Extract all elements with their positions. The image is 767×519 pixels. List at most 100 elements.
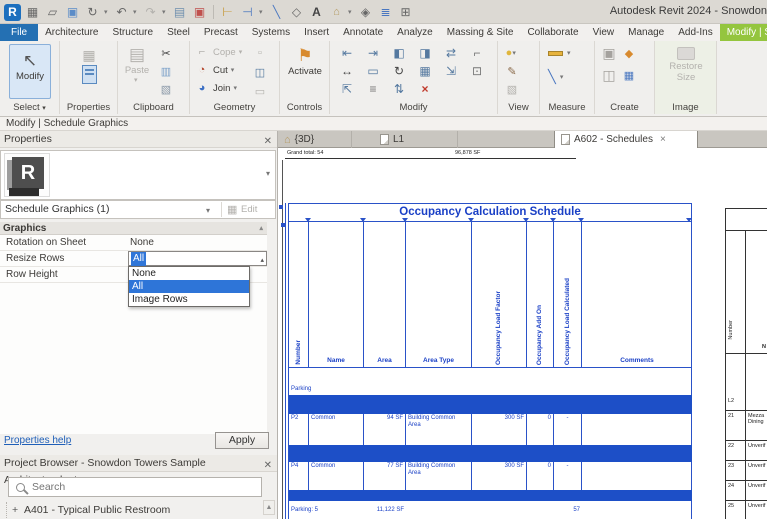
aligned-dimension-icon[interactable]: ⊣	[239, 4, 256, 21]
copy-icon[interactable]: ▥	[158, 63, 174, 79]
type-selector[interactable]: R ▾	[0, 150, 276, 200]
model-line-icon[interactable]: ╲	[268, 4, 285, 21]
dropdown-option-none[interactable]: None	[129, 267, 249, 280]
instance-selector-value[interactable]: Schedule Graphics (1)	[1, 203, 109, 215]
revit-logo-icon[interactable]: R	[4, 4, 21, 21]
measure-ruler-icon[interactable]	[548, 51, 563, 56]
thin-lines-icon[interactable]: ≣	[377, 4, 394, 21]
undo-icon[interactable]: ↶	[113, 4, 130, 21]
cut-icon[interactable]: ✂	[158, 45, 174, 61]
save-icon[interactable]: ▣	[64, 4, 81, 21]
copy-element-icon[interactable]: ▭	[367, 64, 378, 78]
modify-button[interactable]: ↖ Modify	[9, 44, 51, 99]
property-row-rotation[interactable]: Rotation on Sheet None	[0, 235, 267, 251]
type-selector-caret-icon[interactable]: ▾	[266, 169, 270, 178]
create-parts-icon[interactable]: ▣	[601, 45, 617, 61]
properties-help-link[interactable]: Properties help	[4, 435, 71, 446]
text-icon[interactable]: A	[308, 4, 325, 21]
project-browser-search[interactable]	[8, 477, 262, 497]
tag-icon[interactable]: ◇	[288, 4, 305, 21]
activate-button[interactable]: ⚑ Activate	[285, 46, 325, 77]
sync-icon[interactable]: ↻	[84, 4, 101, 21]
tree-item-label[interactable]: A401 - Typical Public Restroom	[24, 502, 170, 518]
tab-steel[interactable]: Steel	[160, 24, 197, 41]
scale-icon[interactable]: ⇲	[446, 64, 456, 78]
trim-icon[interactable]: ⇥	[368, 46, 378, 60]
tab-analyze[interactable]: Analyze	[390, 24, 440, 41]
create-assembly-icon[interactable]: ◆	[621, 45, 637, 61]
move-icon[interactable]: ↔	[341, 64, 353, 78]
tree-expander-icon[interactable]: +	[12, 502, 18, 518]
section-collapse-icon[interactable]: ▴	[259, 222, 263, 235]
resize-rows-combobox[interactable]: All ▴	[128, 251, 267, 266]
paste-button[interactable]: ▤ Paste ▾	[121, 45, 153, 84]
array-icon[interactable]: ▦	[419, 64, 430, 78]
display-box-icon[interactable]: ▧	[504, 81, 520, 97]
selection-grip[interactable]	[279, 205, 283, 209]
undo-caret-icon[interactable]: ▾	[133, 8, 139, 16]
tab-view[interactable]: View	[586, 24, 622, 41]
sync-caret-icon[interactable]: ▾	[104, 8, 110, 16]
pin-icon[interactable]: ⊡	[472, 64, 482, 78]
panel-properties-label[interactable]: Properties	[60, 102, 117, 113]
default-3d-view-icon[interactable]: ⌂	[328, 4, 345, 21]
match-icon[interactable]: ≡	[369, 82, 376, 96]
param-rotation-value[interactable]: None	[130, 235, 154, 250]
tile-views-icon[interactable]: ⊞	[397, 4, 414, 21]
drawing-canvas[interactable]: Grand total: 54 96,878 SF Occupancy Calc…	[278, 148, 767, 519]
create-group-icon[interactable]: ▦	[621, 67, 637, 83]
close-hidden-views-icon[interactable]: ▣	[191, 4, 208, 21]
panel-select-label[interactable]: Select ▾	[0, 102, 59, 113]
open-icon[interactable]: ▱	[44, 4, 61, 21]
dropdown-option-image-rows[interactable]: Image Rows	[129, 293, 249, 306]
tree-scroll-up-icon[interactable]: ▲	[263, 500, 275, 515]
swap-icon[interactable]: ⇅	[394, 82, 404, 96]
graphics-section-header[interactable]: Graphics ▴	[0, 222, 267, 235]
dimension-caret-icon[interactable]: ▾	[259, 8, 265, 16]
properties-button[interactable]: ▦	[71, 47, 107, 84]
visibility-lightbulb-icon[interactable]: ●▾	[504, 45, 520, 61]
adjacent-schedule[interactable]: Number N L2 21 Mezza Dining 22 Unverif 2…	[725, 208, 767, 519]
tree-item-a401[interactable]: + A401 - Typical Public Restroom	[0, 502, 263, 518]
measure-icon[interactable]: ⊢	[219, 4, 236, 21]
view-tab-l1[interactable]: L1	[374, 131, 458, 148]
create-similar-icon[interactable]: ◫	[601, 67, 617, 83]
split-icon[interactable]: ⇄	[446, 46, 456, 60]
project-browser-close-icon[interactable]: ✕	[264, 457, 272, 474]
measure-caret-icon[interactable]: ▾	[567, 49, 573, 57]
instance-caret-icon[interactable]: ▾	[206, 202, 210, 219]
selection-grip[interactable]	[281, 223, 285, 227]
section-icon[interactable]: ◈	[357, 4, 374, 21]
occupancy-schedule[interactable]: Occupancy Calculation Schedule Number Na…	[288, 203, 693, 519]
unpin-icon[interactable]: ⇱	[342, 82, 352, 96]
view-tab-3d[interactable]: ⌂ {3D}	[278, 131, 352, 148]
offset-icon[interactable]: ⌐	[473, 46, 480, 60]
view-caret-icon[interactable]: ▾	[348, 8, 354, 16]
print-icon[interactable]: ▤	[171, 4, 188, 21]
dropdown-option-all[interactable]: All	[129, 280, 249, 293]
tab-insert[interactable]: Insert	[297, 24, 336, 41]
tab-systems[interactable]: Systems	[245, 24, 297, 41]
view-tab-a602[interactable]: A602 - Schedules ×	[554, 131, 698, 148]
beam-joins-icon[interactable]: ◫	[252, 64, 268, 80]
unjoin-icon[interactable]: ▭	[252, 83, 268, 99]
tab-collaborate[interactable]: Collaborate	[520, 24, 585, 41]
tab-architecture[interactable]: Architecture	[38, 24, 105, 41]
restore-size-button[interactable]: Restore Size	[666, 47, 706, 84]
redo-icon[interactable]: ↷	[142, 4, 159, 21]
tab-add-ins[interactable]: Add-Ins	[671, 24, 719, 41]
mirror-pick-icon[interactable]: ◧	[393, 46, 404, 60]
mirror-axis-icon[interactable]: ◨	[419, 46, 430, 60]
dim-caret-icon[interactable]: ▾	[560, 73, 566, 81]
search-input[interactable]	[32, 481, 232, 493]
tab-file[interactable]: File	[0, 24, 38, 41]
combo-arrow-icon[interactable]: ▴	[260, 253, 264, 268]
property-row-resize-rows[interactable]: Resize Rows All ▴	[0, 251, 267, 267]
override-brush-icon[interactable]: ✎	[504, 63, 520, 79]
wall-joins-icon[interactable]: ▫	[252, 45, 268, 61]
tab-manage[interactable]: Manage	[621, 24, 671, 41]
rotate-icon[interactable]: ↻	[394, 64, 404, 78]
properties-close-icon[interactable]: ✕	[264, 133, 272, 150]
delete-icon[interactable]: ×	[421, 82, 428, 96]
tab-modify-schedule[interactable]: Modify | Schedule	[720, 24, 767, 41]
